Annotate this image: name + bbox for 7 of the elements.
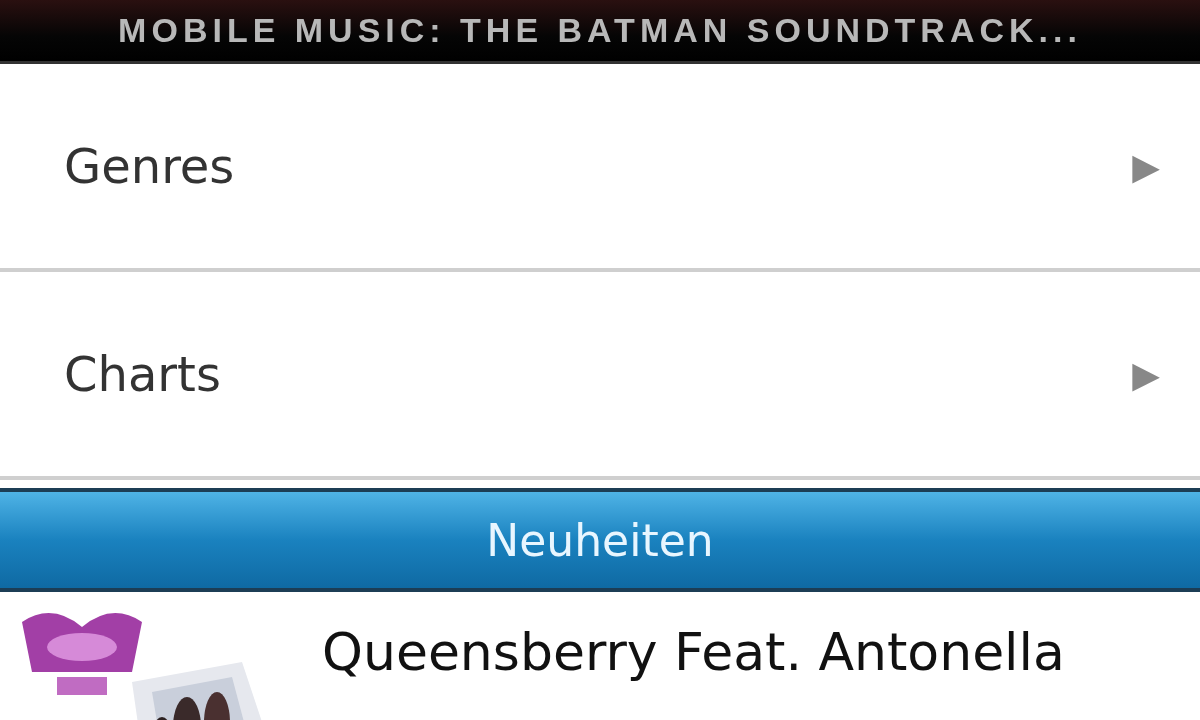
menu-label: Charts: [64, 346, 221, 402]
section-title: Neuheiten: [486, 514, 714, 566]
track-artist: Queensberry Feat. Antonella: [322, 621, 1065, 684]
menu-label: Genres: [64, 138, 235, 194]
chevron-icon: ▶: [1132, 353, 1160, 395]
banner-title: MOBILE MUSIC: THE BATMAN SOUNDTRACK...: [118, 11, 1082, 50]
chevron-icon: ▶: [1132, 145, 1160, 187]
